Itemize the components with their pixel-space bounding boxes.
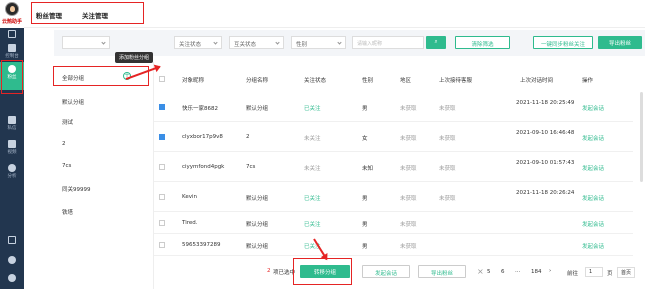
chat-icon — [8, 116, 16, 124]
page-ellipsis[interactable]: ··· — [515, 269, 520, 275]
selected-suffix: 项已选中 — [273, 270, 296, 276]
group-item[interactable]: 铁塔 — [62, 208, 73, 216]
left-rail: 云鹄助手 控制台 粉丝 私信 视频 分析 — [0, 0, 24, 289]
search-input[interactable]: 请输入昵称 — [352, 36, 424, 49]
next-page-icon[interactable]: › — [549, 268, 551, 274]
page-input[interactable]: 1 — [585, 267, 603, 277]
row-checkbox[interactable] — [159, 134, 165, 140]
robot-icon[interactable] — [0, 236, 24, 245]
filter-blank-select[interactable] — [62, 36, 110, 49]
highlight-rail-fans — [1, 60, 23, 94]
scrollbar[interactable] — [640, 92, 643, 182]
search-button[interactable]: ⌕ — [426, 36, 446, 49]
highlight-tabs — [31, 2, 144, 24]
rail-messages[interactable]: 私信 — [0, 116, 24, 131]
brand-area: 云鹄助手 — [0, 0, 24, 28]
settings-icon[interactable] — [0, 256, 24, 265]
row-checkbox[interactable] — [159, 242, 165, 248]
export-fans-button[interactable]: 导出粉丝 — [598, 36, 642, 49]
group-item[interactable]: 同关99999 — [62, 185, 91, 193]
row-checkbox[interactable] — [159, 104, 165, 110]
gender-select[interactable]: 性别 — [291, 36, 346, 49]
start-chat-link[interactable]: 发起会话 — [582, 104, 604, 112]
group-item[interactable]: 7cs — [62, 163, 71, 169]
highlight-move-group — [293, 258, 352, 285]
console-icon — [8, 44, 16, 52]
col-group: 分组名称 — [246, 78, 269, 84]
search-icon: ⌕ — [434, 39, 438, 45]
page-unit: 页 — [607, 271, 613, 277]
rail-console[interactable]: 控制台 — [0, 44, 24, 59]
chart-icon — [8, 164, 16, 172]
col-action: 操作 — [582, 78, 594, 84]
page-6[interactable]: 6 — [501, 269, 505, 275]
mutual-status-select[interactable]: 互关状态 — [229, 36, 284, 49]
sync-button[interactable]: 一键同步粉丝关注 — [533, 36, 593, 49]
start-chat-button[interactable]: 发起会话 — [362, 265, 410, 278]
export-selected-button[interactable]: 导出粉丝 — [418, 265, 466, 278]
col-gender: 性别 — [362, 78, 374, 84]
close-icon[interactable]: × — [477, 267, 484, 276]
col-status: 关注状态 — [304, 78, 327, 84]
fans-table: 对象昵称 分组名称 关注状态 性别 地区 上次接待客服 上次对话时间 操作 快乐… — [154, 62, 645, 262]
table-row: 59653397289 默认分组 已关注 男 未获取 发起会话 — [154, 236, 633, 256]
grid-icon[interactable] — [0, 30, 24, 39]
table-row: Kevin 默认分组 已关注 男 未获取 未获取 2021-11-18 20:2… — [154, 184, 633, 212]
group-item[interactable]: 2 — [62, 141, 66, 147]
goto-label: 前往 — [567, 271, 579, 277]
table-row: Tired. 默认分组 已关注 男 未获取 发起会话 — [154, 214, 633, 234]
table-row: 快乐一家8682 默认分组 已关注 男 未获取 未获取 2021-11-18 2… — [154, 94, 633, 122]
row-checkbox[interactable] — [159, 164, 165, 170]
rail-analysis[interactable]: 分析 — [0, 164, 24, 179]
table-row: ciyymfond4pgk 7cs 未关注 未知 未获取 未获取 2021-09… — [154, 154, 633, 182]
col-agent: 上次接待客服 — [439, 78, 473, 84]
row-checkbox[interactable] — [159, 220, 165, 226]
page-last[interactable]: 184 — [531, 269, 542, 275]
group-item[interactable]: 测试 — [62, 118, 73, 126]
col-time: 上次对话时间 — [520, 78, 554, 84]
start-chat-link[interactable]: 发起会话 — [582, 220, 604, 228]
follow-status-select[interactable]: 关注状态 — [174, 36, 222, 49]
video-icon — [8, 140, 16, 148]
start-chat-link[interactable]: 发起会话 — [582, 164, 604, 172]
select-all-checkbox[interactable] — [159, 76, 165, 82]
selected-count: 2 — [267, 268, 271, 274]
start-chat-link[interactable]: 发起会话 — [582, 242, 604, 250]
avatar[interactable] — [5, 2, 19, 16]
home-page-button[interactable]: 首页 — [617, 267, 636, 278]
clear-filter-button[interactable]: 清除筛选 — [455, 36, 510, 49]
col-name: 对象昵称 — [182, 78, 205, 84]
help-icon[interactable] — [0, 274, 24, 283]
page-5[interactable]: 5 — [487, 269, 491, 275]
group-list: 全部分组 + 默认分组 测试 2 7cs 同关99999 铁塔 — [54, 62, 154, 289]
brand-name: 云鹄助手 — [1, 19, 22, 25]
row-checkbox[interactable] — [159, 194, 165, 200]
group-item[interactable]: 默认分组 — [62, 98, 84, 106]
rail-video[interactable]: 视频 — [0, 140, 24, 155]
start-chat-link[interactable]: 发起会话 — [582, 194, 604, 202]
add-group-tooltip: 添加粉丝分组 — [115, 52, 154, 63]
table-row: clyxbor17p9v8 2 未关注 女 未获取 未获取 2021-09-10… — [154, 124, 633, 152]
col-region: 地区 — [400, 78, 412, 84]
start-chat-link[interactable]: 发起会话 — [582, 134, 604, 142]
